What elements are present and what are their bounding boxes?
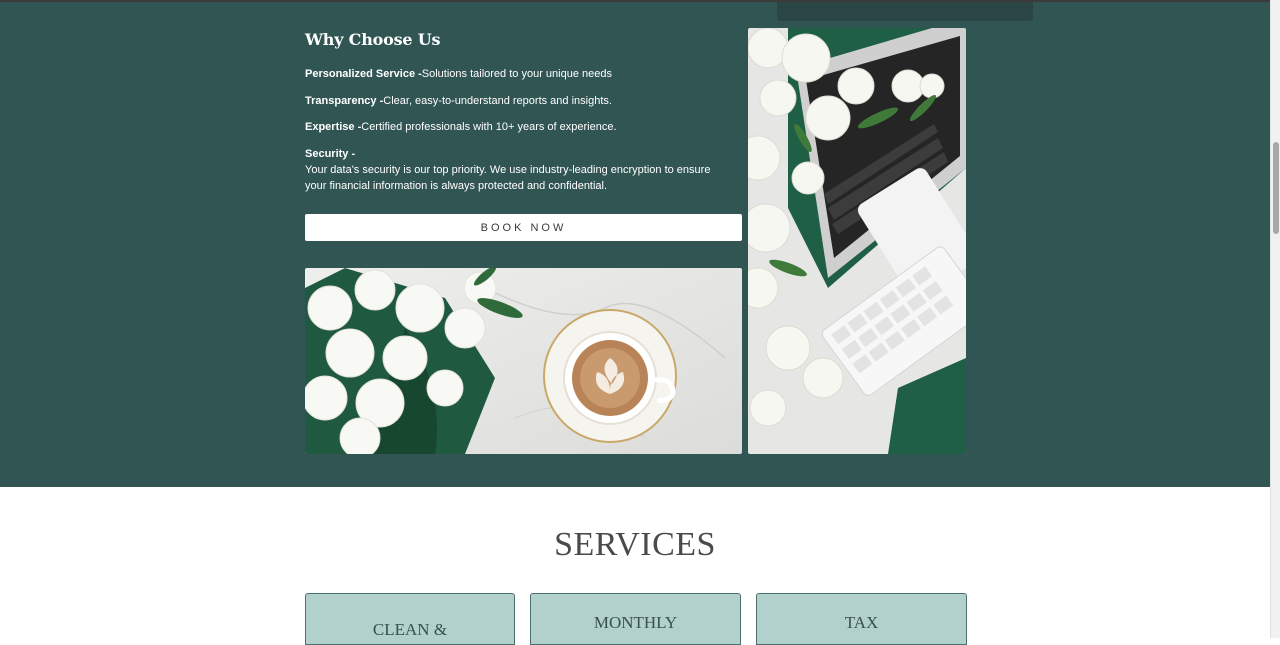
services-title: SERVICES [554,526,716,563]
coffee-flowers-photo [305,268,742,454]
overlay-bar [777,2,1033,21]
feature-label: Transparency - [305,95,384,107]
service-card-label: TAX [844,613,879,632]
feature-label: Personalized Service - [305,68,422,80]
service-card-monthly[interactable]: MONTHLY [530,593,741,645]
service-card-label: CLEAN & [372,620,448,639]
feature-text: Your data's security is our top priority… [305,164,711,192]
feature-text: Solutions tailored to your unique needs [421,68,612,80]
feature-expertise: Expertise -Certified professionals with … [305,119,725,135]
vertical-scrollbar[interactable] [1270,0,1280,638]
scrollbar-thumb[interactable] [1273,142,1279,234]
feature-security: Security - Your data's security is our t… [305,146,725,194]
book-now-button[interactable]: BOOK NOW [305,214,742,241]
feature-label: Expertise - [305,121,362,133]
flowers-laptop-photo [748,28,966,454]
feature-text: Certified professionals with 10+ years o… [361,121,617,133]
service-card-tax[interactable]: TAX [756,593,967,645]
feature-label: Security - [305,148,356,160]
service-card-clean[interactable]: CLEAN & [305,593,515,645]
section-heading: Why Choose Us [305,30,441,49]
feature-personalized-service: Personalized Service -Solutions tailored… [305,66,725,82]
feature-transparency: Transparency -Clear, easy-to-understand … [305,93,725,109]
feature-text: Clear, easy-to-understand reports and in… [383,95,612,107]
service-card-label: MONTHLY [593,613,678,632]
